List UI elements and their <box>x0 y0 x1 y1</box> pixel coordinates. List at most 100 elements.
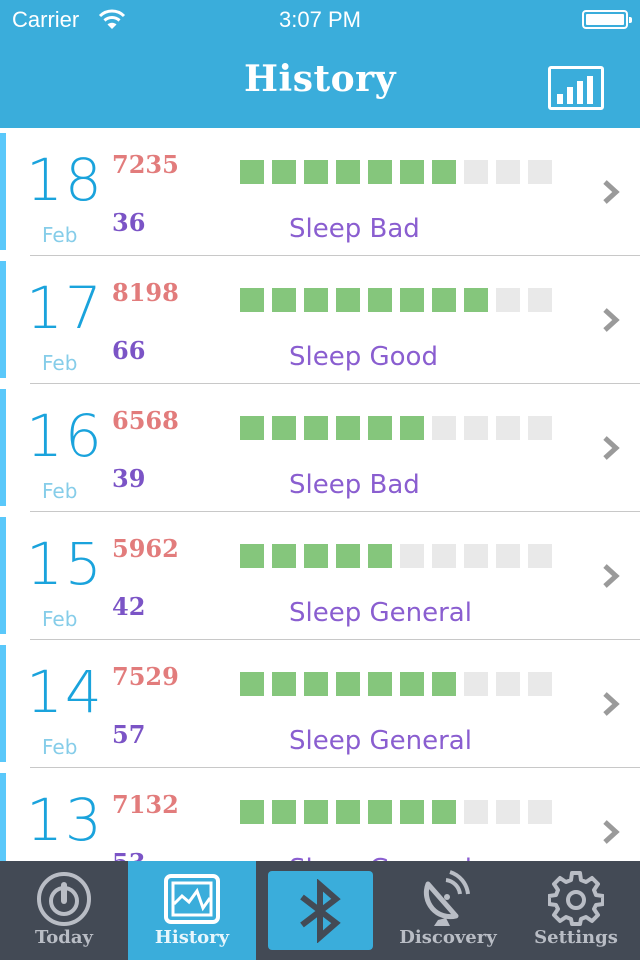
meter-segment-filled <box>368 672 392 696</box>
meter-segment-filled <box>240 672 264 696</box>
meter-segment-empty <box>400 544 424 568</box>
meter-segment-filled <box>400 416 424 440</box>
battery-icon <box>582 10 632 29</box>
meter-segment-empty <box>528 160 552 184</box>
meter-segment-filled <box>304 416 328 440</box>
steps-count: 7529 <box>112 662 179 691</box>
chevron-right-icon <box>603 436 620 460</box>
sleep-score: 42 <box>112 592 146 621</box>
history-list[interactable]: 18 Feb 7235 36 Sleep Bad 17 Feb 8198 66 … <box>0 128 640 861</box>
meter-segment-filled <box>464 288 488 312</box>
statistics-button[interactable] <box>548 66 604 110</box>
day-number: 16 <box>26 402 104 470</box>
history-row[interactable]: 13 Feb 7132 53 Sleep General <box>0 768 640 861</box>
row-accent-bar <box>0 773 6 861</box>
bar-chart-icon <box>557 76 593 104</box>
bluetooth-icon <box>300 879 341 943</box>
meter-segment-filled <box>272 800 296 824</box>
tab-history[interactable]: History <box>128 861 256 960</box>
day-number: 17 <box>26 274 104 342</box>
sleep-score: 57 <box>112 720 146 749</box>
meter-segment-filled <box>272 160 296 184</box>
row-accent-bar <box>0 645 6 762</box>
meter-segment-filled <box>432 288 456 312</box>
power-target-icon <box>37 872 91 926</box>
meter-segment-empty <box>496 288 520 312</box>
sleep-quality-meter <box>240 672 552 696</box>
meter-segment-empty <box>464 416 488 440</box>
chevron-right-icon <box>603 308 620 332</box>
steps-count: 7235 <box>112 150 179 179</box>
sleep-score: 36 <box>112 208 146 237</box>
meter-segment-empty <box>496 800 520 824</box>
history-row[interactable]: 14 Feb 7529 57 Sleep General <box>0 640 640 768</box>
meter-segment-filled <box>368 288 392 312</box>
meter-segment-filled <box>272 288 296 312</box>
chevron-right-icon <box>603 820 620 844</box>
sleep-score: 53 <box>112 848 145 861</box>
meter-segment-filled <box>368 416 392 440</box>
meter-segment-empty <box>464 160 488 184</box>
sleep-score: 39 <box>112 464 146 493</box>
meter-segment-filled <box>336 416 360 440</box>
tab-settings-label: Settings <box>534 927 618 948</box>
tab-history-label: History <box>154 927 230 948</box>
meter-segment-filled <box>336 800 360 824</box>
meter-segment-empty <box>432 544 456 568</box>
meter-segment-empty <box>432 416 456 440</box>
meter-segment-filled <box>368 800 392 824</box>
meter-segment-filled <box>336 288 360 312</box>
meter-segment-empty <box>496 544 520 568</box>
row-accent-bar <box>0 389 6 506</box>
sleep-quality-label: Sleep Bad <box>289 214 420 244</box>
history-row[interactable]: 16 Feb 6568 39 Sleep Bad <box>0 384 640 512</box>
steps-count: 7132 <box>112 790 179 819</box>
meter-segment-empty <box>496 160 520 184</box>
status-bar: Carrier 3:07 PM <box>0 0 640 40</box>
meter-segment-empty <box>464 672 488 696</box>
steps-count: 6568 <box>112 406 179 435</box>
meter-segment-filled <box>240 800 264 824</box>
sleep-quality-meter <box>240 800 552 824</box>
day-number: 13 <box>26 786 104 854</box>
month-label: Feb <box>42 735 78 759</box>
meter-segment-filled <box>400 288 424 312</box>
sleep-quality-meter <box>240 160 552 184</box>
day-number: 15 <box>26 530 104 598</box>
meter-segment-filled <box>272 416 296 440</box>
chevron-right-icon <box>603 692 620 716</box>
month-label: Feb <box>42 607 78 631</box>
steps-count: 8198 <box>112 278 179 307</box>
meter-segment-empty <box>528 544 552 568</box>
meter-segment-empty <box>528 672 552 696</box>
sleep-quality-label: Sleep Good <box>289 342 438 372</box>
meter-segment-filled <box>304 160 328 184</box>
meter-segment-empty <box>464 800 488 824</box>
month-label: Feb <box>42 351 78 375</box>
month-label: Feb <box>42 479 78 503</box>
sleep-quality-label: Sleep General <box>289 854 472 861</box>
tab-today[interactable]: Today <box>0 861 128 960</box>
day-number: 14 <box>26 658 104 726</box>
tab-today-label: Today <box>34 927 94 948</box>
history-row[interactable]: 15 Feb 5962 42 Sleep General <box>0 512 640 640</box>
meter-segment-filled <box>240 416 264 440</box>
meter-segment-filled <box>336 544 360 568</box>
history-row[interactable]: 18 Feb 7235 36 Sleep Bad <box>0 128 640 256</box>
meter-segment-filled <box>240 160 264 184</box>
sleep-quality-label: Sleep General <box>289 726 472 756</box>
page-title: History <box>244 58 396 100</box>
history-row[interactable]: 17 Feb 8198 66 Sleep Good <box>0 256 640 384</box>
row-accent-bar <box>0 261 6 378</box>
meter-segment-filled <box>400 672 424 696</box>
steps-count: 5962 <box>112 534 179 563</box>
meter-segment-filled <box>336 160 360 184</box>
row-accent-bar <box>0 133 6 250</box>
tab-discovery[interactable]: Discovery <box>384 861 512 960</box>
sleep-quality-meter <box>240 288 552 312</box>
meter-segment-filled <box>336 672 360 696</box>
meter-segment-filled <box>368 544 392 568</box>
meter-segment-empty <box>464 544 488 568</box>
tab-settings[interactable]: Settings <box>512 861 640 960</box>
bluetooth-button[interactable] <box>268 871 373 950</box>
